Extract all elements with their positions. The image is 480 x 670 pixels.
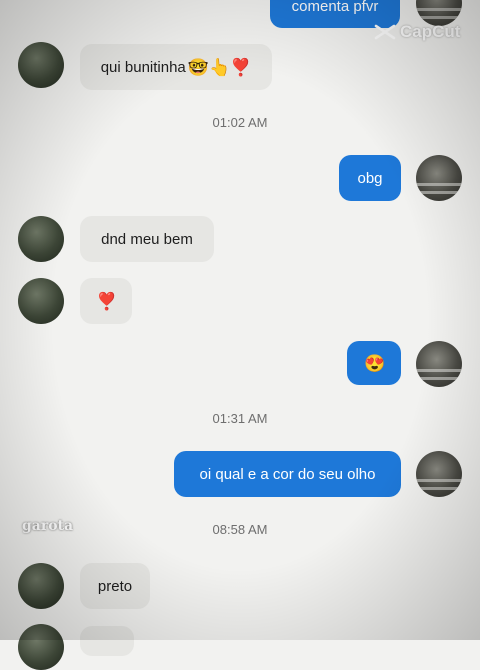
garota-sticker: garota bbox=[22, 518, 74, 534]
capcut-watermark: CapCut bbox=[374, 22, 460, 42]
message-bubble-incoming[interactable] bbox=[80, 626, 134, 656]
vignette-overlay bbox=[0, 0, 480, 640]
message-bubble-incoming[interactable]: qui bunitinha 🤓👆❣️ bbox=[80, 44, 272, 90]
message-text: comenta pfvr bbox=[291, 0, 379, 15]
heart-eyes-emoji: 😍 bbox=[364, 353, 386, 373]
message-bubble-incoming[interactable]: preto bbox=[80, 563, 150, 609]
message-text: obg bbox=[357, 169, 383, 187]
heart-emoji: ❣️ bbox=[96, 291, 118, 311]
timestamp: 01:02 AM bbox=[212, 115, 268, 130]
avatar[interactable] bbox=[416, 451, 462, 497]
avatar[interactable] bbox=[18, 216, 64, 262]
avatar[interactable] bbox=[416, 341, 462, 387]
timestamp: 01:31 AM bbox=[212, 411, 268, 426]
avatar[interactable] bbox=[18, 278, 64, 324]
message-bubble-incoming[interactable]: ❣️ bbox=[80, 278, 132, 324]
avatar[interactable] bbox=[18, 563, 64, 609]
watermark-text: CapCut bbox=[400, 22, 461, 41]
capcut-logo-icon bbox=[374, 24, 396, 40]
message-text: oi qual e a cor do seu olho bbox=[199, 465, 376, 483]
avatar[interactable] bbox=[416, 155, 462, 201]
message-text: dnd meu bem bbox=[101, 230, 193, 248]
message-bubble-outgoing[interactable]: oi qual e a cor do seu olho bbox=[174, 451, 401, 497]
emoji-reaction: 🤓👆❣️ bbox=[187, 57, 252, 77]
avatar[interactable] bbox=[18, 624, 64, 670]
message-bubble-incoming[interactable]: dnd meu bem bbox=[80, 216, 214, 262]
message-bubble-outgoing[interactable]: obg bbox=[339, 155, 401, 201]
message-bubble-outgoing[interactable]: 😍 bbox=[347, 341, 401, 385]
timestamp: 08:58 AM bbox=[212, 522, 268, 537]
message-text: qui bunitinha bbox=[100, 58, 186, 76]
avatar[interactable] bbox=[18, 42, 64, 88]
message-text: preto bbox=[97, 577, 133, 595]
